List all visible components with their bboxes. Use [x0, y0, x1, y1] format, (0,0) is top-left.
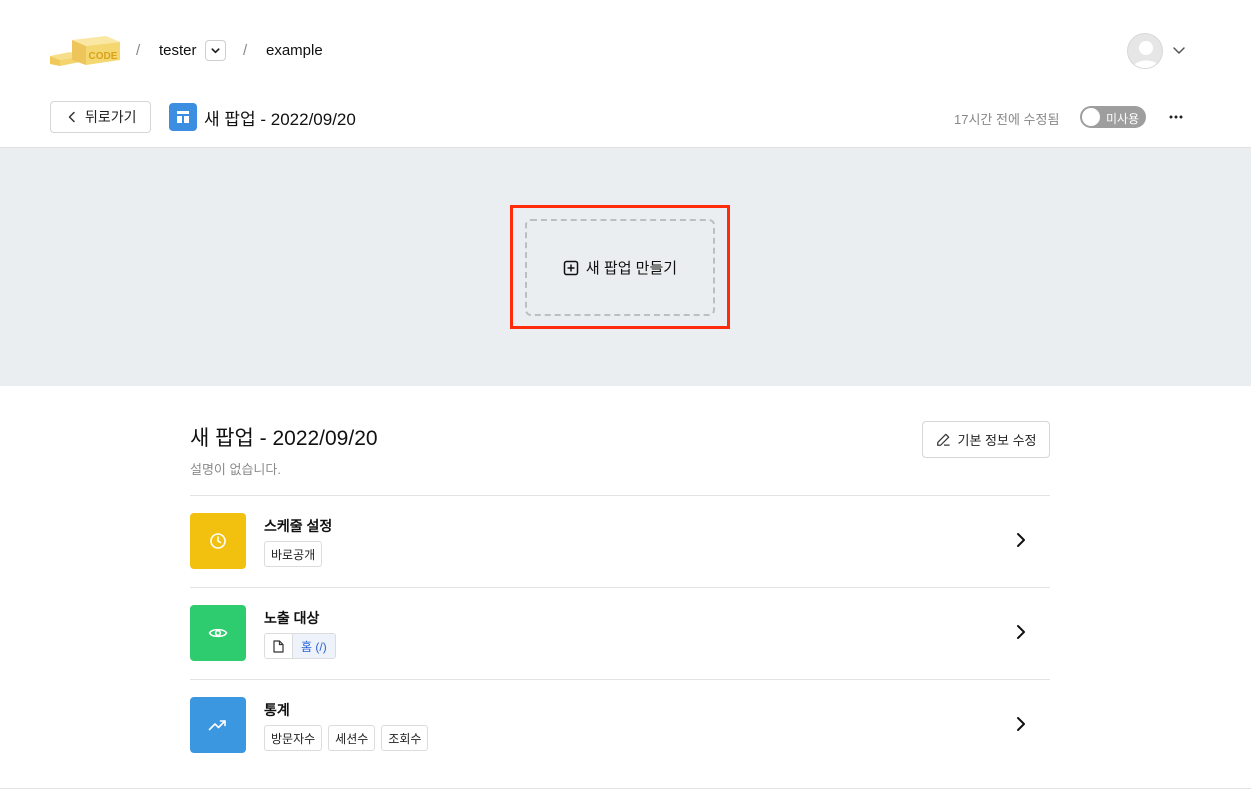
- file-icon: [265, 634, 293, 658]
- chevron-right-icon: [1017, 625, 1025, 639]
- breadcrumb-separator: /: [136, 42, 141, 59]
- edit-basic-info-button[interactable]: 기본 정보 수정: [922, 421, 1050, 458]
- row-title: 통계: [264, 702, 290, 718]
- chevron-down-icon: [211, 48, 220, 54]
- toggle-label: 미사용: [1106, 112, 1140, 126]
- edit-basic-info-label: 기본 정보 수정: [957, 433, 1037, 448]
- breadcrumb-separator: /: [243, 42, 248, 59]
- avatar[interactable]: [1127, 33, 1163, 69]
- breadcrumb-project[interactable]: example: [266, 42, 323, 59]
- popup-type-icon: [169, 103, 197, 131]
- page-tag-label: 홈 (/): [293, 634, 335, 658]
- logo[interactable]: CODE: [50, 36, 120, 66]
- layout-icon: [177, 111, 189, 123]
- schedule-settings-row[interactable]: 스케줄 설정 바로공개: [190, 495, 1050, 587]
- popup-description: 설명이 없습니다.: [190, 462, 281, 477]
- popup-title: 새 팝업 - 2022/09/20: [190, 427, 378, 450]
- tag: 조회수: [381, 725, 429, 751]
- logo-text: CODE: [89, 51, 118, 62]
- row-title: 노출 대상: [264, 610, 320, 626]
- more-options-button[interactable]: [1164, 106, 1188, 128]
- page-tag: 홈 (/): [264, 633, 336, 659]
- row-tags: 바로공개: [264, 541, 323, 567]
- create-popup-label: 새 팝업 만들기: [585, 260, 678, 277]
- top-nav: CODE / tester / example: [0, 0, 1251, 90]
- tag: 방문자수: [264, 725, 323, 751]
- back-button-label: 뒤로가기: [85, 109, 137, 125]
- user-icon: [1133, 41, 1159, 68]
- status-toggle[interactable]: 미사용: [1080, 106, 1146, 128]
- display-target-row[interactable]: 노출 대상 홈 (/): [190, 587, 1050, 679]
- eye-icon: [208, 628, 228, 638]
- divider: [0, 788, 1251, 789]
- breadcrumb-workspace[interactable]: tester: [159, 42, 197, 59]
- row-tags: 방문자수 세션수 조회수: [264, 725, 429, 751]
- toggle-knob: [1082, 108, 1100, 126]
- more-horizontal-icon: [1169, 115, 1183, 119]
- chevron-down-icon[interactable]: [1172, 43, 1186, 57]
- page-title: 새 팝업 - 2022/09/20: [204, 110, 356, 129]
- tag: 세션수: [328, 725, 376, 751]
- clock-icon: [210, 533, 226, 549]
- plus-square-icon: [563, 260, 579, 275]
- last-modified-text: 17시간 전에 수정됨: [954, 112, 1060, 127]
- target-icon-box: [190, 605, 246, 661]
- popup-preview-area: 새 팝업 만들기: [0, 147, 1251, 386]
- create-popup-button[interactable]: 새 팝업 만들기: [525, 219, 715, 316]
- back-button[interactable]: 뒤로가기: [50, 101, 151, 133]
- chevron-right-icon: [1017, 533, 1025, 547]
- statistics-row[interactable]: 통계 방문자수 세션수 조회수: [190, 679, 1050, 771]
- row-title: 스케줄 설정: [264, 518, 333, 534]
- row-tags: 홈 (/): [264, 633, 336, 659]
- chevron-left-icon: [68, 111, 75, 123]
- trending-up-icon: [208, 720, 226, 731]
- schedule-icon-box: [190, 513, 246, 569]
- chevron-right-icon: [1017, 717, 1025, 731]
- pencil-icon: [936, 433, 950, 446]
- tag: 바로공개: [264, 541, 323, 567]
- statistics-icon-box: [190, 697, 246, 753]
- workspace-dropdown-button[interactable]: [205, 40, 226, 61]
